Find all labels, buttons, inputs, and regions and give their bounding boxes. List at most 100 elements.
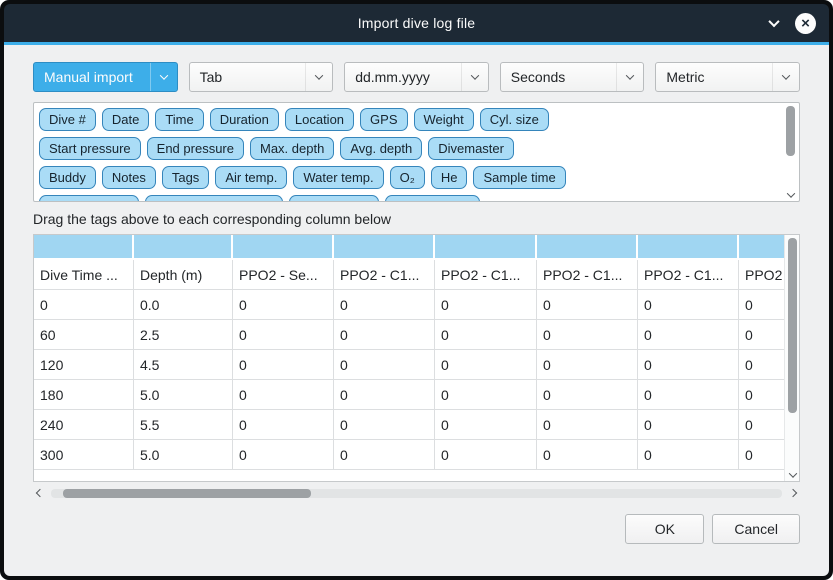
field-separator-value: Tab xyxy=(190,69,306,85)
import-dialog-window: Import dive log file × Manual import Tab… xyxy=(0,0,833,580)
horizontal-scrollbar-track[interactable] xyxy=(51,489,782,498)
tag-pool-rows: Dive # Date Time Duration Location GPS Weight C… xyxy=(39,108,777,202)
table-cell: 0 xyxy=(435,320,537,350)
table-cell: 180 xyxy=(34,380,134,410)
column-tag[interactable]: Location xyxy=(285,108,354,131)
horizontal-scrollbar-handle[interactable] xyxy=(63,489,311,498)
table-cell: 0 xyxy=(435,380,537,410)
table-cell: 120 xyxy=(34,350,134,380)
column-tag[interactable]: Sample temperature xyxy=(145,195,283,202)
close-icon: × xyxy=(801,16,810,31)
column-tag[interactable]: GPS xyxy=(360,108,407,131)
window-title: Import dive log file xyxy=(358,15,476,31)
column-tag[interactable]: Tags xyxy=(162,166,209,189)
table-cell: 0 xyxy=(739,290,784,320)
drop-target-cell[interactable] xyxy=(638,235,739,260)
column-tag[interactable]: O₂ xyxy=(390,166,425,189)
column-header: PPO2 - Se... xyxy=(233,260,334,290)
column-tag[interactable]: Dive # xyxy=(39,108,96,131)
titlebar[interactable]: Import dive log file × xyxy=(4,4,829,42)
table-row: 1204.5000000 xyxy=(34,350,784,380)
table-cell: 0 xyxy=(638,320,739,350)
cancel-button[interactable]: Cancel xyxy=(712,514,800,544)
drop-target-cell[interactable] xyxy=(334,235,435,260)
table-cell: 0 xyxy=(435,410,537,440)
tag-row: Start pressure End pressure Max. depth Avg.… xyxy=(39,137,777,160)
units-select[interactable]: Metric xyxy=(655,62,800,92)
table-cell: 0 xyxy=(537,410,638,440)
table-scrollbar-handle[interactable] xyxy=(788,238,797,413)
column-header: PPO2 - C1... xyxy=(537,260,638,290)
drop-target-cell[interactable] xyxy=(435,235,537,260)
chevron-down-icon xyxy=(616,63,643,91)
table-cell: 0 xyxy=(435,290,537,320)
ok-button[interactable]: OK xyxy=(625,514,704,544)
table-vertical-scrollbar[interactable] xyxy=(784,235,799,481)
table-cell: 0 xyxy=(334,380,435,410)
table-cell: 0 xyxy=(334,290,435,320)
close-button[interactable]: × xyxy=(795,13,816,34)
drop-target-cell[interactable] xyxy=(34,235,134,260)
column-tag[interactable]: Divemaster xyxy=(428,137,514,160)
drop-target-row xyxy=(34,235,784,260)
header-row: Dive Time ...Depth (m)PPO2 - Se...PPO2 -… xyxy=(34,260,784,290)
column-tag[interactable]: Sample depth xyxy=(39,195,139,202)
column-tag[interactable]: Notes xyxy=(102,166,156,189)
table-cell: 0 xyxy=(739,380,784,410)
column-tag[interactable]: Date xyxy=(102,108,149,131)
column-header: PPO2 - C1... xyxy=(739,260,784,290)
tag-pool-scrollbar-handle[interactable] xyxy=(786,106,795,156)
table-row: 1805.0000000 xyxy=(34,380,784,410)
table-cell: 0 xyxy=(537,350,638,380)
titlebar-menu-chevron-icon[interactable] xyxy=(770,19,778,27)
column-tag[interactable]: Time xyxy=(155,108,203,131)
tag-pool-scrollbar[interactable] xyxy=(783,103,799,201)
table-cell: 0 xyxy=(435,350,537,380)
column-tag[interactable]: End pressure xyxy=(147,137,244,160)
column-tag[interactable]: Avg. depth xyxy=(340,137,422,160)
date-format-select[interactable]: dd.mm.yyyy xyxy=(344,62,489,92)
column-tag[interactable]: He xyxy=(431,166,468,189)
table-cell: 0 xyxy=(638,350,739,380)
column-header: Depth (m) xyxy=(134,260,233,290)
scroll-left-arrow-icon[interactable] xyxy=(33,490,47,496)
table-cell: 0 xyxy=(334,440,435,470)
column-tag[interactable]: Max. depth xyxy=(250,137,334,160)
table-horizontal-scrollbar[interactable] xyxy=(33,485,800,501)
duration-format-value: Seconds xyxy=(501,69,617,85)
table-cell: 0 xyxy=(739,350,784,380)
drop-target-cell[interactable] xyxy=(134,235,233,260)
scroll-down-arrow-icon[interactable] xyxy=(783,192,799,198)
column-tag[interactable]: Duration xyxy=(210,108,279,131)
import-source-value: Manual import xyxy=(34,69,150,85)
column-header: PPO2 - C1... xyxy=(638,260,739,290)
column-tag[interactable]: Sample pO₂ xyxy=(289,195,379,202)
table-cell: 0 xyxy=(537,320,638,350)
column-tag[interactable]: Sample time xyxy=(473,166,565,189)
column-tag[interactable]: Water temp. xyxy=(293,166,383,189)
column-tag[interactable]: Buddy xyxy=(39,166,96,189)
scroll-right-arrow-icon[interactable] xyxy=(786,490,800,496)
tag-pool: Dive # Date Time Duration Location GPS Weight C… xyxy=(33,102,800,202)
drop-target-cell[interactable] xyxy=(233,235,334,260)
column-tag[interactable]: Sample CNS xyxy=(385,195,480,202)
scroll-down-arrow-icon[interactable] xyxy=(785,472,800,478)
field-separator-select[interactable]: Tab xyxy=(189,62,334,92)
table-cell: 0 xyxy=(739,440,784,470)
duration-format-select[interactable]: Seconds xyxy=(500,62,645,92)
table-cell: 2.5 xyxy=(134,320,233,350)
drop-target-cell[interactable] xyxy=(537,235,638,260)
column-tag[interactable]: Start pressure xyxy=(39,137,141,160)
import-source-select[interactable]: Manual import xyxy=(33,62,178,92)
table-cell: 0 xyxy=(34,290,134,320)
column-tag[interactable]: Weight xyxy=(414,108,474,131)
column-tag[interactable]: Cyl. size xyxy=(480,108,549,131)
table-cell: 0 xyxy=(334,410,435,440)
drop-target-cell[interactable] xyxy=(739,235,784,260)
column-tag[interactable]: Air temp. xyxy=(215,166,287,189)
table-cell: 300 xyxy=(34,440,134,470)
date-format-value: dd.mm.yyyy xyxy=(345,69,461,85)
table-cell: 0 xyxy=(638,380,739,410)
chevron-down-icon xyxy=(150,63,177,91)
data-table: Dive Time ...Depth (m)PPO2 - Se...PPO2 -… xyxy=(34,235,784,470)
